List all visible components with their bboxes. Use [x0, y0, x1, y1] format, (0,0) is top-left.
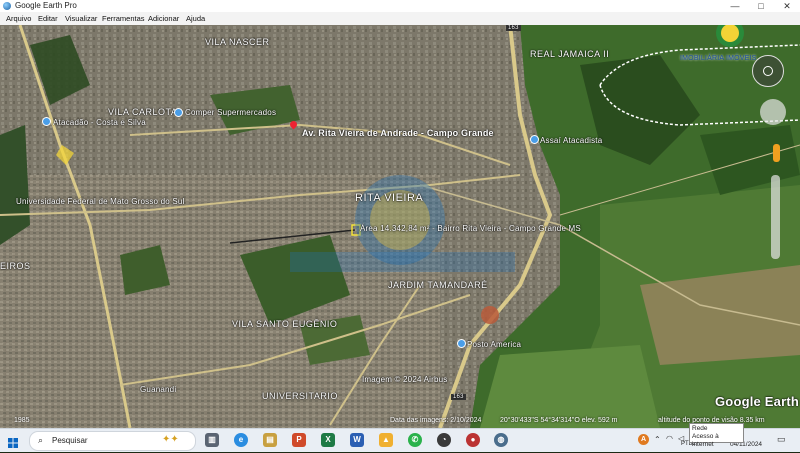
search-placeholder: Pesquisar	[52, 436, 88, 445]
road-shield-163b: 163	[451, 394, 466, 400]
menu-editar[interactable]: Editar	[38, 14, 58, 23]
maximize-button[interactable]: □	[748, 0, 774, 12]
windows-start-icon[interactable]	[8, 435, 18, 448]
label-atacadao: Atacadão - Costa e Silva	[53, 118, 146, 127]
status-year: 1985	[14, 417, 30, 424]
label-rita-vieira: RITA VIEIRA	[355, 192, 424, 204]
whatsapp-icon[interactable]: ✆	[408, 433, 422, 447]
powerpoint-icon[interactable]: P	[292, 433, 306, 447]
label-real-jamaica: REAL JAMAICA II	[530, 49, 610, 59]
gas-station-pin-icon[interactable]	[457, 339, 466, 348]
taskbar: ⌕ Pesquisar ✦✦ ▥ e ▤ P X W ▲ ✆ ◔ ● ◍ A ⌃…	[0, 428, 800, 452]
google-earth-icon	[3, 2, 11, 10]
menu-visualizar[interactable]: Visualizar	[65, 14, 97, 23]
app-red-icon[interactable]: ●	[466, 433, 480, 447]
menu-ajuda[interactable]: Ajuda	[186, 14, 205, 23]
status-date: Data das imagens: 2/10/2024	[390, 417, 482, 424]
label-avenida: Av. Rita Vieira de Andrade - Campo Grand…	[302, 128, 494, 138]
label-universitario: UNIVERSITARIO	[262, 391, 338, 401]
notification-icon[interactable]: ▭	[777, 434, 786, 445]
menu-ferramentas[interactable]: Ferramentas	[102, 14, 145, 23]
speedometer-icon[interactable]: ◔	[437, 433, 451, 447]
store-pin-icon[interactable]	[174, 108, 183, 117]
label-supermercados: Comper Supermercados	[185, 108, 277, 117]
compass-icon[interactable]	[752, 55, 784, 87]
status-bar: 1985 Data das imagens: 2/10/2024 20°30'4…	[0, 415, 800, 428]
label-guanandi: Guanandi	[140, 385, 177, 394]
task-view-icon[interactable]: ▥	[205, 433, 219, 447]
label-vila-carlota: VILA CARLOTA	[108, 107, 178, 117]
label-vila-nascer: VILA NASCER	[205, 37, 270, 47]
tray-chevron-icon[interactable]: ⌃	[654, 435, 661, 444]
close-button[interactable]: ✕	[774, 0, 800, 12]
watermark-logo-text: IMOBILIÁRIA IMÓVEIS	[680, 55, 757, 62]
road-shield-163: 163	[506, 25, 521, 31]
window-title: Google Earth Pro	[15, 1, 77, 10]
pan-control-icon[interactable]	[760, 99, 786, 125]
label-eiros: EIROS	[0, 261, 31, 271]
title-bar: Google Earth Pro — □ ✕	[0, 0, 800, 12]
label-jardim: JARDIM TAMANDARÉ	[388, 280, 488, 290]
store-pin-icon[interactable]	[42, 117, 51, 126]
photos-icon[interactable]: ▲	[379, 433, 393, 447]
store-pin-icon[interactable]	[530, 135, 539, 144]
label-universidade: Universidade Federal de Mato Grosso do S…	[16, 197, 185, 206]
google-earth-logo: Google Earth	[715, 394, 800, 409]
excel-icon[interactable]: X	[321, 433, 335, 447]
label-imagem: Imagem © 2024 Airbus	[362, 375, 448, 384]
word-icon[interactable]: W	[350, 433, 364, 447]
search-icon: ⌕	[38, 435, 44, 445]
map-viewport[interactable]: VILA NASCER REAL JAMAICA II VILA CARLOTA…	[0, 25, 800, 428]
tooltip-line2: Acesso à internet	[692, 433, 719, 448]
tray-wifi-icon[interactable]: ◠	[666, 434, 673, 443]
file-explorer-icon[interactable]: ▤	[263, 433, 277, 447]
street-view-pegman-icon[interactable]	[773, 144, 780, 162]
zoom-slider[interactable]	[771, 175, 780, 259]
label-atacado-rede: Assaí Atacadista	[540, 136, 603, 145]
minimize-button[interactable]: —	[722, 0, 748, 12]
label-posto: Posto America	[467, 340, 522, 349]
tray-app-icon[interactable]: A	[638, 434, 649, 445]
copilot-sparkle-icon: ✦✦	[162, 434, 179, 445]
google-earth-taskbar-icon[interactable]: ◍	[494, 433, 508, 447]
edge-browser-icon[interactable]: e	[234, 433, 248, 447]
network-tooltip: Rede Acesso à internet	[689, 423, 744, 448]
menu-bar: Arquivo Editar Visualizar Ferramentas Ad…	[0, 12, 800, 26]
menu-arquivo[interactable]: Arquivo	[6, 14, 31, 23]
taskbar-search-input[interactable]: ⌕ Pesquisar ✦✦	[29, 431, 196, 451]
label-vila-santo: VILA SANTO EUGÊNIO	[232, 319, 338, 329]
menu-adicionar[interactable]: Adicionar	[148, 14, 179, 23]
tooltip-line1: Rede	[692, 425, 708, 432]
label-area: Área 14.342,84 m² - Bairro Rita Vieira -…	[360, 224, 581, 233]
status-coords: 20°30'433"S 54°34'314"O elev. 592 m	[500, 417, 618, 424]
